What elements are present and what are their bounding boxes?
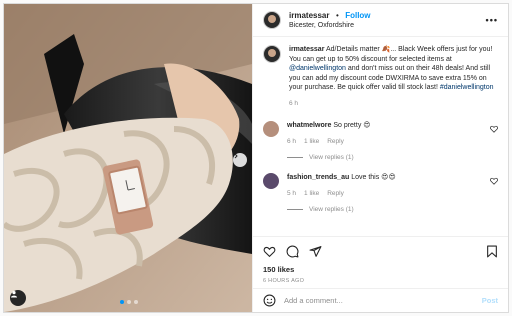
post-side-panel: irmatessar • Follow Bicester, Oxfordshir…: [252, 4, 508, 312]
carousel-dot: [127, 300, 131, 304]
view-replies-label: View replies (1): [309, 153, 354, 161]
carousel-dot: [134, 300, 138, 304]
caption-avatar[interactable]: [263, 45, 281, 63]
action-icons: [263, 243, 498, 259]
comment-body: fashion_trends_au Love this 😍😍 5 h 1 lik…: [287, 173, 487, 199]
comment-avatar[interactable]: [263, 172, 279, 189]
comment-username[interactable]: whatmelwore: [287, 122, 331, 129]
user-tag-icon[interactable]: [10, 290, 26, 306]
replies-divider: [287, 208, 303, 210]
comment-time: 5 h: [287, 189, 297, 197]
likes-count[interactable]: 150 likes: [263, 265, 498, 274]
comment-meta: 5 h 1 like Reply: [287, 189, 487, 199]
save-bookmark-icon[interactable]: [486, 245, 498, 258]
comment-reply-button[interactable]: Reply: [327, 137, 344, 147]
comment-time: 6 h: [287, 137, 297, 145]
emoji-smiley-icon[interactable]: [263, 294, 276, 307]
comment-like-heart-icon[interactable]: [490, 125, 498, 133]
comment-username[interactable]: fashion_trends_au: [287, 174, 349, 181]
post-location[interactable]: Bicester, Oxfordshire: [289, 21, 371, 31]
like-heart-icon[interactable]: [263, 245, 276, 258]
share-paper-plane-icon[interactable]: [309, 245, 322, 258]
comment-reply-button[interactable]: Reply: [327, 189, 344, 199]
comment-text: Love this 😍😍: [351, 173, 396, 181]
caption-mention[interactable]: @danielwellington: [289, 65, 346, 72]
more-options-icon[interactable]: •••: [486, 15, 498, 25]
caption-hashtag[interactable]: #danielwellington: [440, 84, 494, 91]
add-comment-bar: Post: [253, 288, 508, 312]
caption-time: 6 h: [289, 99, 299, 107]
header-separator: •: [335, 11, 339, 20]
author-username[interactable]: irmatessar: [289, 11, 329, 20]
post-photo[interactable]: [4, 4, 252, 312]
carousel-dot: [120, 300, 124, 304]
view-replies-button[interactable]: View replies (1): [287, 206, 498, 213]
comment-input[interactable]: [284, 296, 482, 305]
comment-item: fashion_trends_au Love this 😍😍 5 h 1 lik…: [263, 172, 498, 199]
comment-text: So pretty 😍: [333, 121, 371, 129]
caption-username[interactable]: irmatessar: [289, 46, 324, 53]
post-comment-button[interactable]: Post: [482, 296, 498, 305]
caption-meta: 6 h: [289, 99, 497, 109]
carousel-indicator: [120, 300, 138, 304]
header-text: irmatessar • Follow Bicester, Oxfordshir…: [289, 9, 371, 31]
replies-divider: [287, 156, 303, 158]
comment-bubble-icon[interactable]: [286, 245, 299, 258]
view-replies-button[interactable]: View replies (1): [287, 154, 498, 161]
comments-list[interactable]: irmatessar Ad/Details matter 🍂... Black …: [253, 37, 508, 236]
comment-meta: 6 h 1 like Reply: [287, 137, 487, 147]
caption: irmatessar Ad/Details matter 🍂... Black …: [263, 45, 498, 109]
post-date: 6 HOURS AGO: [263, 278, 305, 284]
comment-item: whatmelwore So pretty 😍 6 h 1 like Reply: [263, 120, 498, 147]
photo-illustration: [4, 4, 252, 312]
follow-button[interactable]: Follow: [345, 11, 370, 20]
chevron-right-icon: [234, 153, 238, 159]
instagram-post-modal: irmatessar • Follow Bicester, Oxfordshir…: [3, 3, 509, 313]
comment-avatar[interactable]: [263, 120, 279, 137]
comment-likes[interactable]: 1 like: [304, 137, 319, 147]
author-avatar[interactable]: [263, 11, 281, 29]
comment-like-heart-icon[interactable]: [490, 177, 498, 185]
caption-body: irmatessar Ad/Details matter 🍂... Black …: [289, 45, 497, 109]
post-header: irmatessar • Follow Bicester, Oxfordshir…: [253, 4, 508, 37]
comment-body: whatmelwore So pretty 😍 6 h 1 like Reply: [287, 121, 487, 147]
next-image-button[interactable]: [233, 153, 247, 167]
comment-likes[interactable]: 1 like: [304, 189, 319, 199]
view-replies-label: View replies (1): [309, 205, 354, 213]
post-actions: 150 likes 6 HOURS AGO: [253, 236, 508, 288]
